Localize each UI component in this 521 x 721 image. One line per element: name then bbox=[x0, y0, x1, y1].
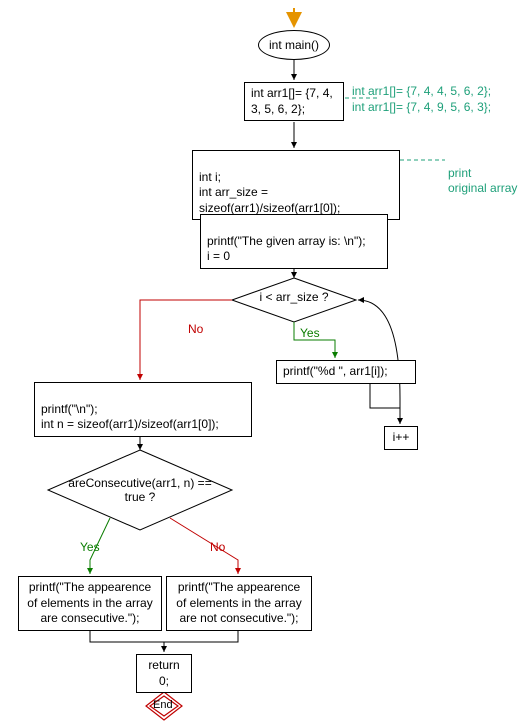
comment-arr-alt2: int arr1[]= {7, 4, 9, 5, 6, 3}; bbox=[352, 100, 491, 116]
loop-yes-label: Yes bbox=[300, 326, 320, 340]
comment-print-orig: print original array bbox=[448, 150, 517, 197]
box-print-elem: printf("%d ", arr1[i]); bbox=[276, 360, 416, 384]
box-printf-header: printf("The given array is: \n"); i = 0 bbox=[200, 214, 388, 269]
diamond-loop-text: i < arr_size ? bbox=[259, 290, 328, 304]
box-printf-header-text: printf("The given array is: \n"); i = 0 bbox=[207, 234, 366, 264]
box-consec-no: printf("The appearence of elements in th… bbox=[166, 576, 312, 631]
box-arr1-text: int arr1[]= {7, 4, 3, 5, 6, 2}; bbox=[251, 86, 333, 116]
diamond-loop: i < arr_size ? bbox=[232, 290, 356, 304]
box-return-text: return 0; bbox=[148, 658, 179, 688]
box-increment: i++ bbox=[384, 426, 418, 450]
start-node: int main() bbox=[258, 30, 330, 60]
diamond-check: areConsecutive(arr1, n) == true ? bbox=[62, 476, 218, 504]
box-after-loop: printf("\n"); int n = sizeof(arr1)/sizeo… bbox=[34, 382, 252, 437]
diamond-check-text: areConsecutive(arr1, n) == true ? bbox=[68, 476, 211, 504]
end-label: End bbox=[153, 699, 173, 711]
box-consec-yes-text: printf("The appearence of elements in th… bbox=[27, 580, 152, 625]
check-yes-label: Yes bbox=[80, 540, 100, 554]
box-after-loop-text: printf("\n"); int n = sizeof(arr1)/sizeo… bbox=[41, 402, 219, 432]
check-no-label: No bbox=[210, 540, 225, 554]
comment-arr-alt1: int arr1[]= {7, 4, 4, 5, 6, 2}; bbox=[352, 84, 491, 100]
comment-print-text: print original array bbox=[448, 166, 517, 196]
end-node: End bbox=[153, 699, 173, 711]
comment-arr-alts: int arr1[]= {7, 4, 4, 5, 6, 2}; int arr1… bbox=[352, 84, 491, 115]
box-consec-no-text: printf("The appearence of elements in th… bbox=[176, 580, 301, 625]
box-return: return 0; bbox=[136, 654, 192, 693]
box-consec-yes: printf("The appearence of elements in th… bbox=[18, 576, 162, 631]
box-init: int i; int arr_size = sizeof(arr1)/sizeo… bbox=[192, 150, 400, 220]
box-arr1: int arr1[]= {7, 4, 3, 5, 6, 2}; bbox=[244, 82, 344, 121]
loop-no-label: No bbox=[188, 322, 203, 336]
box-print-elem-text: printf("%d ", arr1[i]); bbox=[283, 364, 388, 378]
box-init-text: int i; int arr_size = sizeof(arr1)/sizeo… bbox=[199, 170, 340, 215]
start-label: int main() bbox=[269, 38, 319, 52]
box-increment-text: i++ bbox=[393, 430, 410, 444]
